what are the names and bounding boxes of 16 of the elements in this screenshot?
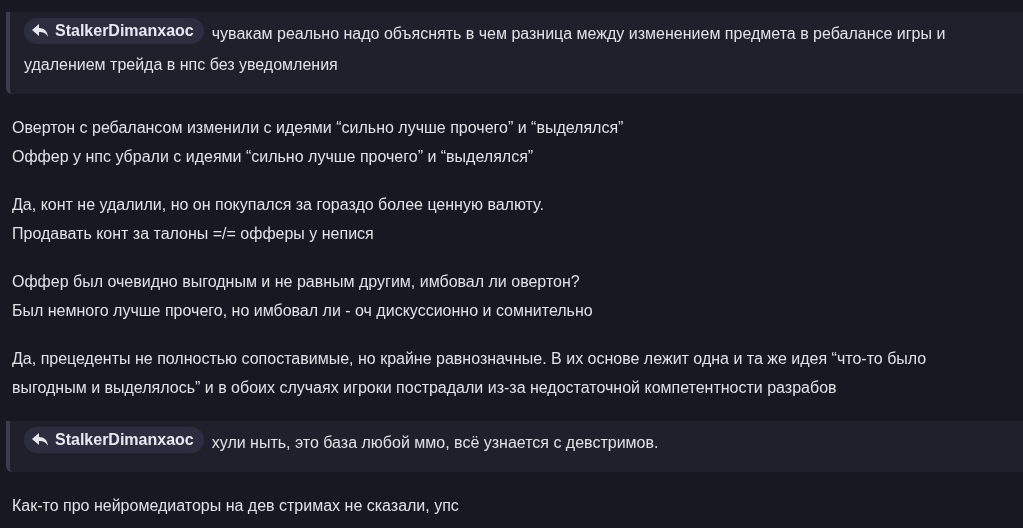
post-text: Продавать конт за талоны =/= офферы у непися: [12, 224, 375, 244]
reply-icon: [32, 433, 49, 447]
post-text: Да, конт не удалили, но он покупался за гораздо более ценную валюту.: [12, 195, 545, 215]
post-text: Был немного лучше прочего, но имбовал ли - оч дискуссионно и сомнительно: [12, 301, 594, 321]
quote-text: чувакам реально надо объяснять в чем разница между изменением предмета в ребалансе игры и: [211, 25, 946, 42]
post-text: Оффер был очевидно выгодным и не равным другим, имбовал ли овертон?: [12, 272, 581, 292]
mention-link[interactable]: StalkerDimanxaoc: [24, 427, 204, 453]
post-text: Овертон с ребалансом изменили с идеями “сильно лучше прочего” и “выделялся”: [12, 118, 625, 138]
post-text: Оффер у нпс убрали с идеями “сильно лучше прочего” и “выделялся”: [12, 147, 535, 167]
quote-text: удалением трейда в нпс без уведомления: [24, 55, 339, 75]
quote-text: хули ныть, это база любой ммо, всё узнается с девстримов.: [211, 434, 659, 451]
reply-icon: [32, 24, 49, 38]
post-text: Как-то про нейромедиаторы на дев стримах не сказали, упс: [12, 496, 460, 516]
post-text: Да, прецеденты не полностью сопоставимые, но крайне равнозначные. В их основе лежит одна и та же идея “что-то было: [12, 349, 928, 369]
mention-link[interactable]: StalkerDimanxaoc: [24, 18, 204, 44]
post-text: выгодным и выделялось” и в обоих случаях игроки пострадали из-за недостаточной компетентности разрабов: [12, 378, 838, 398]
